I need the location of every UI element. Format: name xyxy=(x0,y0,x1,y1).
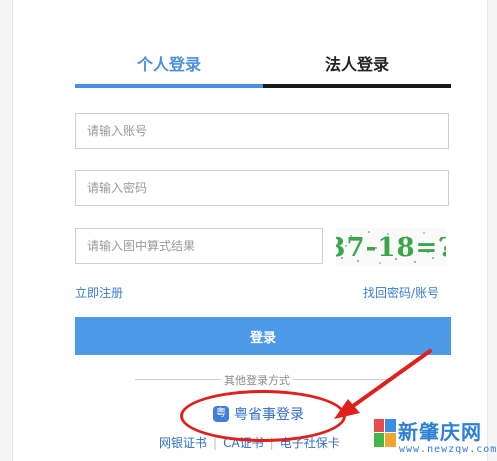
social-card-link[interactable]: 电子社保卡 xyxy=(280,434,340,451)
other-login-label: 其他登录方式 xyxy=(221,372,293,388)
tab-legal-login[interactable]: 法人登录 xyxy=(263,50,451,88)
separator: | xyxy=(213,435,218,450)
watermark-title: 新肇庆网 xyxy=(398,420,482,444)
yss-login-button[interactable]: 粤 粤省事登录 xyxy=(213,404,304,424)
login-card: 个人登录 法人登录 37-18=? 立即注册 找回密码/账号 登录 其他登录方式… xyxy=(12,0,488,461)
watermark-url: www.newzqw.com xyxy=(399,444,497,455)
tab-personal-login[interactable]: 个人登录 xyxy=(75,50,263,88)
register-link[interactable]: 立即注册 xyxy=(75,284,123,301)
login-button[interactable]: 登录 xyxy=(75,317,451,355)
bank-cert-link[interactable]: 网银证书 xyxy=(159,434,207,451)
recover-password-link[interactable]: 找回密码/账号 xyxy=(363,284,439,301)
watermark: 新肇庆网 www.newzqw.com xyxy=(374,416,496,458)
captcha-text: 37-18=? xyxy=(336,233,446,263)
ca-cert-link[interactable]: CA证书 xyxy=(223,434,264,451)
captcha-image[interactable]: 37-18=? xyxy=(336,228,446,266)
yss-app-icon: 粤 xyxy=(213,406,229,422)
login-tabs: 个人登录 法人登录 xyxy=(75,50,451,88)
login-methods: 网银证书 | CA证书 | 电子社保卡 xyxy=(159,434,340,451)
yss-login-label: 粤省事登录 xyxy=(234,407,304,423)
watermark-logo-icon xyxy=(374,419,396,447)
separator: | xyxy=(269,435,274,450)
password-input[interactable] xyxy=(75,170,449,206)
captcha-input[interactable] xyxy=(75,228,323,264)
account-input[interactable] xyxy=(75,113,449,149)
